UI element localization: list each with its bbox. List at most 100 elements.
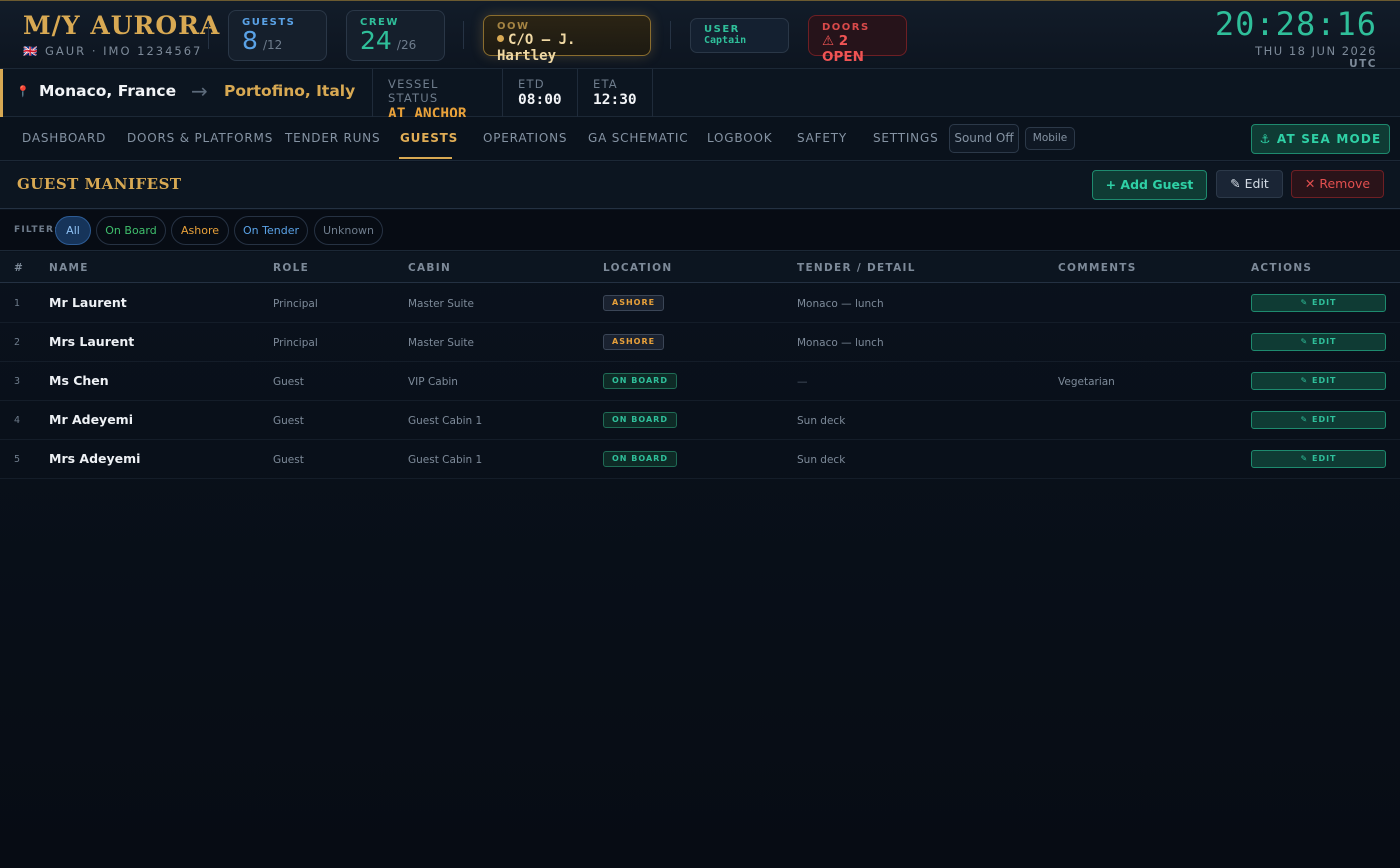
row-edit-button[interactable]: ✎ EDIT (1251, 333, 1386, 351)
guest-role: Principal (273, 337, 318, 349)
guest-role: Guest (273, 415, 304, 427)
tender-detail: Sun deck (797, 415, 846, 427)
doors-open-count: ⚠ 2 OPEN (822, 33, 864, 65)
tab-guests[interactable]: GUESTS (400, 131, 458, 145)
guest-cabin: VIP Cabin (408, 376, 458, 388)
column-header-number: # (14, 262, 25, 274)
tender-detail: Sun deck (797, 454, 846, 466)
column-header-name[interactable]: NAME (49, 262, 89, 274)
guest-role: Principal (273, 298, 318, 310)
table-row[interactable]: 1 Mr Laurent Principal Master Suite ASHO… (0, 284, 1400, 323)
row-number: 5 (14, 454, 21, 465)
divider (208, 21, 209, 49)
active-tab-indicator (399, 157, 452, 159)
guest-comment: Vegetarian (1058, 376, 1115, 388)
edit-button[interactable]: ✎ Edit (1216, 170, 1283, 198)
tender-detail: — (797, 376, 808, 388)
table-row[interactable]: 3 Ms Chen Guest VIP Cabin ON BOARD — Veg… (0, 362, 1400, 401)
etd-label: ETD (518, 77, 545, 91)
row-edit-button[interactable]: ✎ EDIT (1251, 411, 1386, 429)
column-header-location[interactable]: LOCATION (603, 262, 672, 274)
row-number: 1 (14, 298, 21, 309)
column-header-cabin[interactable]: CABIN (408, 262, 451, 274)
tab-dashboard[interactable]: DASHBOARD (22, 131, 106, 145)
guest-name: Mrs Adeyemi (49, 451, 141, 466)
guest-cabin: Master Suite (408, 298, 475, 310)
location-badge: ON BOARD (603, 451, 677, 467)
divider (463, 21, 464, 49)
tab-operations[interactable]: OPERATIONS (483, 131, 567, 145)
filter-chip-ashore[interactable]: Ashore (171, 216, 229, 245)
mobile-view-button[interactable]: Mobile (1025, 127, 1075, 150)
crew-capacity: /26 (396, 38, 417, 52)
clock-time: 20:28:16 (1214, 5, 1377, 43)
row-edit-button[interactable]: ✎ EDIT (1251, 450, 1386, 468)
row-number: 3 (14, 376, 21, 387)
etd: ETD 08:00 (502, 69, 577, 117)
guests-count: 8 (242, 26, 258, 55)
location-badge: ON BOARD (603, 373, 677, 389)
officer-of-watch[interactable]: OOW C/O — J. Hartley (483, 15, 651, 64)
etd-value: 08:00 (518, 92, 562, 108)
location-badge: ASHORE (603, 295, 665, 311)
doors-label: DOORS (822, 22, 870, 33)
at-sea-mode-button[interactable]: ⚓ AT SEA MODE (1251, 124, 1390, 154)
crew-counter: CREW 24 /26 (346, 10, 445, 61)
table-row[interactable]: 5 Mrs Adeyemi Guest Guest Cabin 1 ON BOA… (0, 440, 1400, 479)
divider (670, 21, 671, 49)
row-number: 4 (14, 415, 21, 426)
user-role: Captain (704, 35, 747, 46)
route-bar: 📍 Monaco, France → Portofino, Italy VESS… (0, 69, 1400, 122)
row-edit-button[interactable]: ✎ EDIT (1251, 372, 1386, 390)
column-header-actions: ACTIONS (1251, 262, 1313, 274)
location-badge: ON BOARD (603, 412, 677, 428)
guest-role: Guest (273, 376, 304, 388)
guest-role: Guest (273, 454, 304, 466)
filter-bar: FILTER: All On Board Ashore On Tender Un… (0, 210, 1400, 251)
filter-chip-unknown[interactable]: Unknown (314, 216, 383, 245)
eta-label: ETA (593, 77, 618, 91)
filter-chip-on-board[interactable]: On Board (96, 216, 166, 245)
tab-safety[interactable]: SAFETY (797, 131, 847, 145)
tab-settings[interactable]: SETTINGS (873, 131, 938, 145)
remove-button[interactable]: ✕ Remove (1291, 170, 1384, 198)
tab-tender-runs[interactable]: TENDER RUNS (285, 131, 380, 145)
filter-label: FILTER: (14, 225, 59, 235)
filter-chip-on-tender[interactable]: On Tender (234, 216, 308, 245)
column-header-tender-detail[interactable]: TENDER / DETAIL (797, 262, 916, 274)
vessel-name: M/Y AURORA (23, 11, 221, 40)
row-edit-button[interactable]: ✎ EDIT (1251, 294, 1386, 312)
sound-toggle-button[interactable]: Sound Off (949, 124, 1019, 153)
vessel-status-label: VESSEL STATUS (388, 77, 439, 105)
route-arrow-icon: → (191, 79, 208, 103)
guest-name: Ms Chen (49, 373, 109, 388)
clock: 20:28:16 THU 18 JUN 2026 UTC (1215, 5, 1377, 70)
eta: ETA 12:30 (577, 69, 653, 117)
clock-date: THU 18 JUN 2026 (1255, 44, 1377, 58)
tab-doors-platforms[interactable]: DOORS & PLATFORMS (127, 131, 273, 145)
tab-ga-schematic[interactable]: GA SCHEMATIC (588, 131, 688, 145)
filter-chip-all[interactable]: All (55, 216, 91, 245)
location-badge: ASHORE (603, 334, 665, 350)
vessel-registry: 🇬🇧 GAUR · IMO 1234567 (23, 44, 203, 58)
column-header-role[interactable]: ROLE (273, 262, 309, 274)
route-to: Portofino, Italy (224, 82, 356, 100)
tender-detail: Monaco — lunch (797, 337, 884, 349)
user-label: USER (704, 24, 740, 35)
table-header: # NAME ROLE CABIN LOCATION TENDER / DETA… (0, 252, 1400, 283)
guest-name: Mr Laurent (49, 295, 127, 310)
doors-alert[interactable]: DOORS ⚠ 2 OPEN (808, 15, 907, 65)
table-row[interactable]: 4 Mr Adeyemi Guest Guest Cabin 1 ON BOAR… (0, 401, 1400, 440)
tab-logbook[interactable]: LOGBOOK (707, 131, 772, 145)
page-title: GUEST MANIFEST (17, 175, 182, 193)
guest-name: Mrs Laurent (49, 334, 135, 349)
user-badge[interactable]: USER Captain (690, 18, 789, 53)
vessel-identity: M/Y AURORA 🇬🇧 GAUR · IMO 1234567 (23, 11, 220, 58)
route-accent (0, 69, 3, 117)
table-row[interactable]: 2 Mrs Laurent Principal Master Suite ASH… (0, 323, 1400, 362)
add-guest-button[interactable]: + Add Guest (1092, 170, 1207, 200)
guest-cabin: Guest Cabin 1 (408, 415, 483, 427)
column-header-comments[interactable]: COMMENTS (1058, 262, 1137, 274)
guests-counter: GUESTS 8 /12 (228, 10, 327, 61)
row-number: 2 (14, 337, 21, 348)
